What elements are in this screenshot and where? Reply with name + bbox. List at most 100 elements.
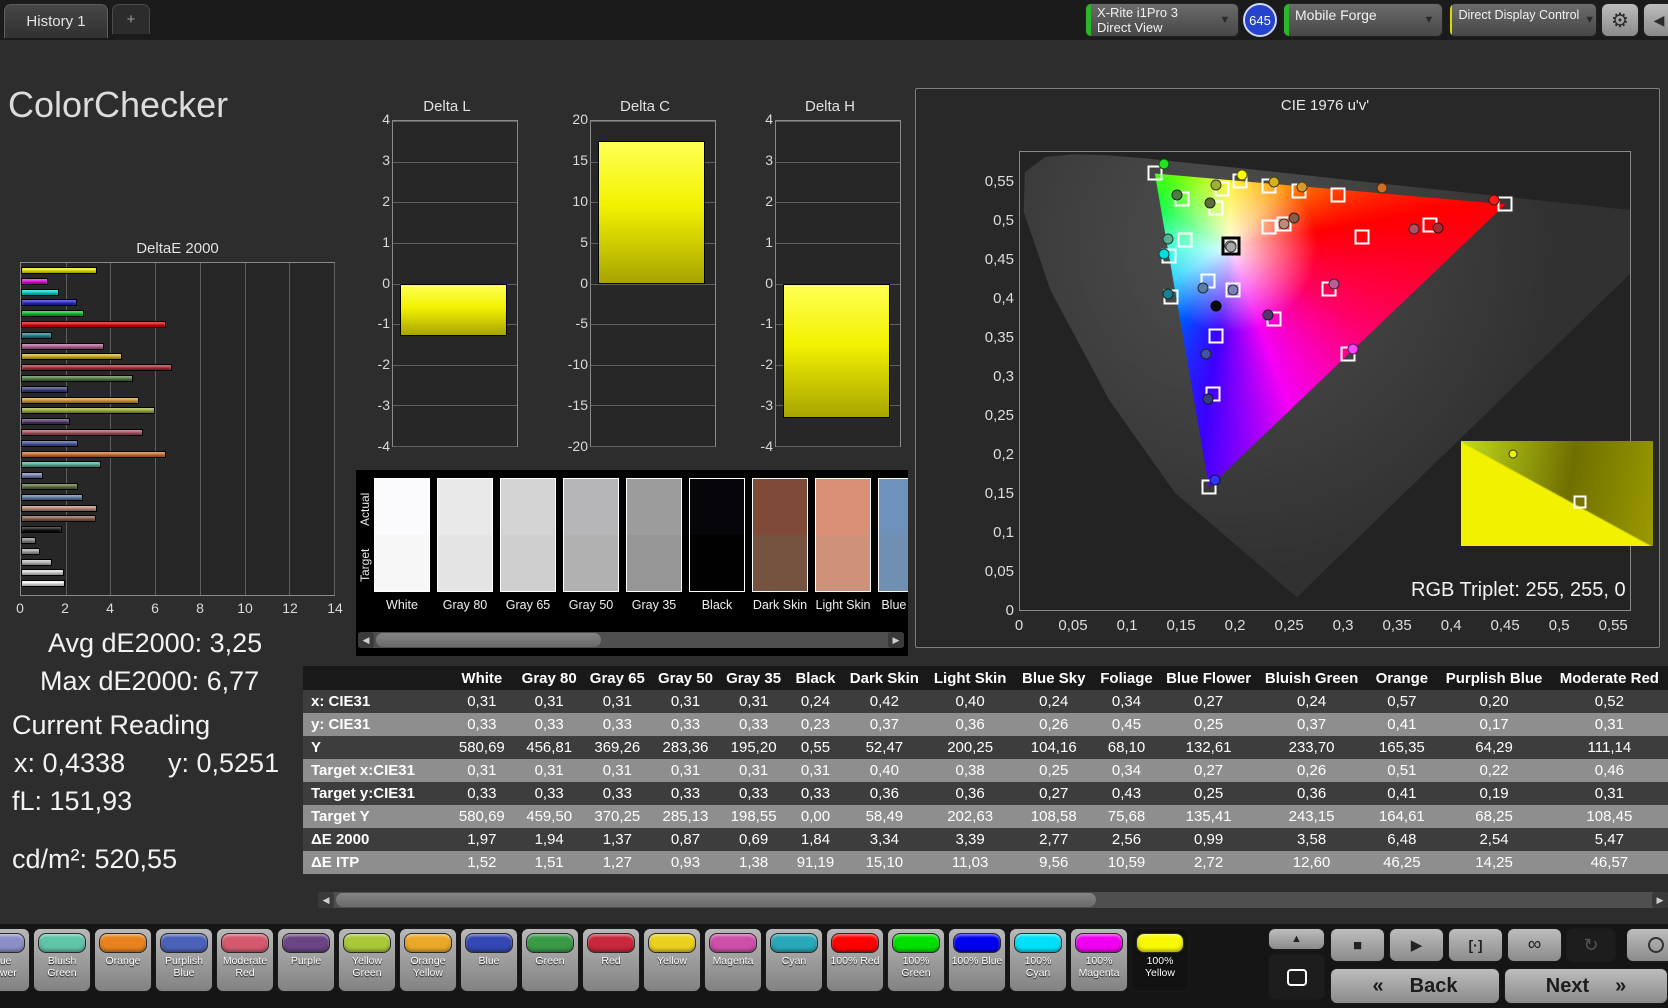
table-cell: 0,25 <box>1015 759 1093 782</box>
table-cell: 0,36 <box>843 782 925 805</box>
y-tick-label: 0,55 <box>964 173 1014 190</box>
scroll-left-icon[interactable]: ◀ <box>318 892 334 908</box>
single-measure-button[interactable]: [·] <box>1448 928 1503 962</box>
patch-color-swatch <box>221 933 269 953</box>
table-cell: 64,29 <box>1437 736 1550 759</box>
patch-button-blue[interactable]: Blue <box>460 928 518 992</box>
patch-button-yellow[interactable]: Yellow <box>643 928 701 992</box>
patch-button-red[interactable]: Red <box>582 928 640 992</box>
rgb-triplet-label: RGB Triplet: 255, 255, 0 <box>1411 579 1626 602</box>
avg-de2000-stat: Avg dE2000: 3,25 <box>48 628 262 659</box>
swatch-scrollbar[interactable]: ◀ ▶ <box>358 632 904 648</box>
patch-button-label: Orange <box>96 956 150 968</box>
patch-button-orange[interactable]: Orange <box>94 928 152 992</box>
actual-marker-blue-flower <box>1227 285 1238 296</box>
patch-button-label: Cyan <box>767 956 821 968</box>
scroll-right-icon[interactable]: ▶ <box>1652 892 1668 908</box>
patch-button-purple[interactable]: Purple <box>277 928 335 992</box>
target-marker-light-skin <box>1262 219 1277 234</box>
patch-button-moderate-red[interactable]: Moderate Red <box>216 928 274 992</box>
table-cell: 164,61 <box>1366 805 1437 828</box>
gridline <box>393 405 517 406</box>
source-dropdown[interactable]: Mobile Forge ▼ <box>1283 3 1443 37</box>
pattern-window-button[interactable] <box>1268 954 1325 1000</box>
patch-button-cyan[interactable]: Cyan <box>765 928 823 992</box>
stop-button[interactable]: ■ <box>1330 928 1385 962</box>
table-cell: 5,47 <box>1551 828 1668 851</box>
y-tick-label: 4 <box>354 111 390 127</box>
actual-marker-bluish-green <box>1163 233 1174 244</box>
swatch-light-skin <box>815 478 871 592</box>
table-cell: 202,63 <box>925 805 1014 828</box>
patch-button-100-cyan[interactable]: 100% Cyan <box>1009 928 1067 992</box>
patch-button-100-magenta[interactable]: 100% Magenta <box>1070 928 1128 992</box>
actual-marker-blue-sky <box>1198 282 1209 293</box>
pattern-list-up-button[interactable]: ▲ <box>1268 928 1325 950</box>
meter-dropdown[interactable]: X-Rite i1Pro 3Direct View ▼ <box>1085 3 1239 37</box>
table-cell: 0,69 <box>720 828 788 851</box>
patch-button-yellow-green[interactable]: Yellow Green <box>338 928 396 992</box>
x-tick-label: 0,3 <box>1333 617 1354 634</box>
collapse-panel-button[interactable]: ◀ <box>1643 3 1668 37</box>
patch-button-100-green[interactable]: 100% Green <box>887 928 945 992</box>
column-header-bluish-green: Bluish Green <box>1257 666 1367 690</box>
patch-color-swatch <box>648 933 696 953</box>
table-cell: 0,31 <box>651 759 719 782</box>
patch-button-label: 100% Blue <box>950 956 1004 968</box>
meter-count-badge[interactable]: 645 <box>1243 3 1277 37</box>
table-cell: 2,72 <box>1160 851 1256 874</box>
table-cell: 243,15 <box>1257 805 1367 828</box>
swatch-blue-sky <box>878 478 908 592</box>
actual-row-label: Actual <box>358 480 372 538</box>
scroll-right-icon[interactable]: ▶ <box>888 632 904 648</box>
table-cell: 0,99 <box>1160 828 1256 851</box>
table-cell: 0,33 <box>720 713 788 736</box>
table-cell: 0,38 <box>925 759 1014 782</box>
add-tab-button[interactable]: + <box>112 4 150 34</box>
patch-button-bluish-green[interactable]: Bluish Green <box>33 928 91 992</box>
column-header-blue-sky: Blue Sky <box>1015 666 1093 690</box>
next-button[interactable]: Next » <box>1504 968 1668 1004</box>
swatch-black <box>689 478 745 592</box>
patch-color-swatch <box>0 933 25 953</box>
back-button[interactable]: « Back <box>1330 968 1500 1004</box>
table-scrollbar[interactable]: ◀ ▶ <box>318 892 1668 908</box>
table-cell: 456,81 <box>515 736 583 759</box>
patch-button-100-blue[interactable]: 100% Blue <box>948 928 1006 992</box>
table-cell: 0,52 <box>1551 690 1668 713</box>
patch-button-purplish-blue[interactable]: Purplish Blue <box>155 928 213 992</box>
tab-history[interactable]: History 1 <box>4 4 108 38</box>
source-dropdown-label: Mobile Forge <box>1289 4 1416 25</box>
table-scrollbar-thumb[interactable] <box>336 893 1096 907</box>
refresh-button[interactable]: ↻ <box>1566 928 1616 962</box>
table-cell: 0,37 <box>1257 713 1367 736</box>
actual-marker-dark-skin <box>1289 213 1300 224</box>
play-button[interactable]: ▶ <box>1389 928 1444 962</box>
y-tick-label: -5 <box>552 315 588 331</box>
scroll-left-icon[interactable]: ◀ <box>358 632 374 648</box>
y-tick-label: 3 <box>737 152 773 168</box>
patch-button-orange-yellow[interactable]: Orange Yellow <box>399 928 457 992</box>
table-cell: 580,69 <box>449 805 516 828</box>
patch-button-100-red[interactable]: 100% Red <box>826 928 884 992</box>
patch-color-swatch <box>99 933 147 953</box>
continuous-measure-button[interactable]: ∞ <box>1507 928 1562 962</box>
table-cell: 0,31 <box>651 690 719 713</box>
patch-button-100-yellow[interactable]: 100% Yellow <box>1131 928 1189 992</box>
tab-history-label: History 1 <box>26 13 85 30</box>
patch-button-label: 100% Yellow <box>1133 956 1187 979</box>
table-cell: 0,19 <box>1437 782 1550 805</box>
swatch-scrollbar-thumb[interactable] <box>376 633 601 647</box>
bar-yellow-green <box>21 407 155 414</box>
gridline <box>289 263 290 595</box>
chevron-down-icon: ▼ <box>1416 14 1442 26</box>
patch-button-blue-flower[interactable]: Blue Flower <box>0 928 30 992</box>
actual-marker-foliage <box>1204 197 1215 208</box>
display-control-dropdown[interactable]: Direct Display Control ▼ <box>1449 3 1597 37</box>
y-tick-label: -3 <box>737 397 773 413</box>
extra-transport-button[interactable] <box>1626 928 1668 962</box>
settings-button[interactable]: ⚙ <box>1601 3 1639 37</box>
patch-button-magenta[interactable]: Magenta <box>704 928 762 992</box>
bar-dark-skin <box>21 515 96 522</box>
patch-button-green[interactable]: Green <box>521 928 579 992</box>
